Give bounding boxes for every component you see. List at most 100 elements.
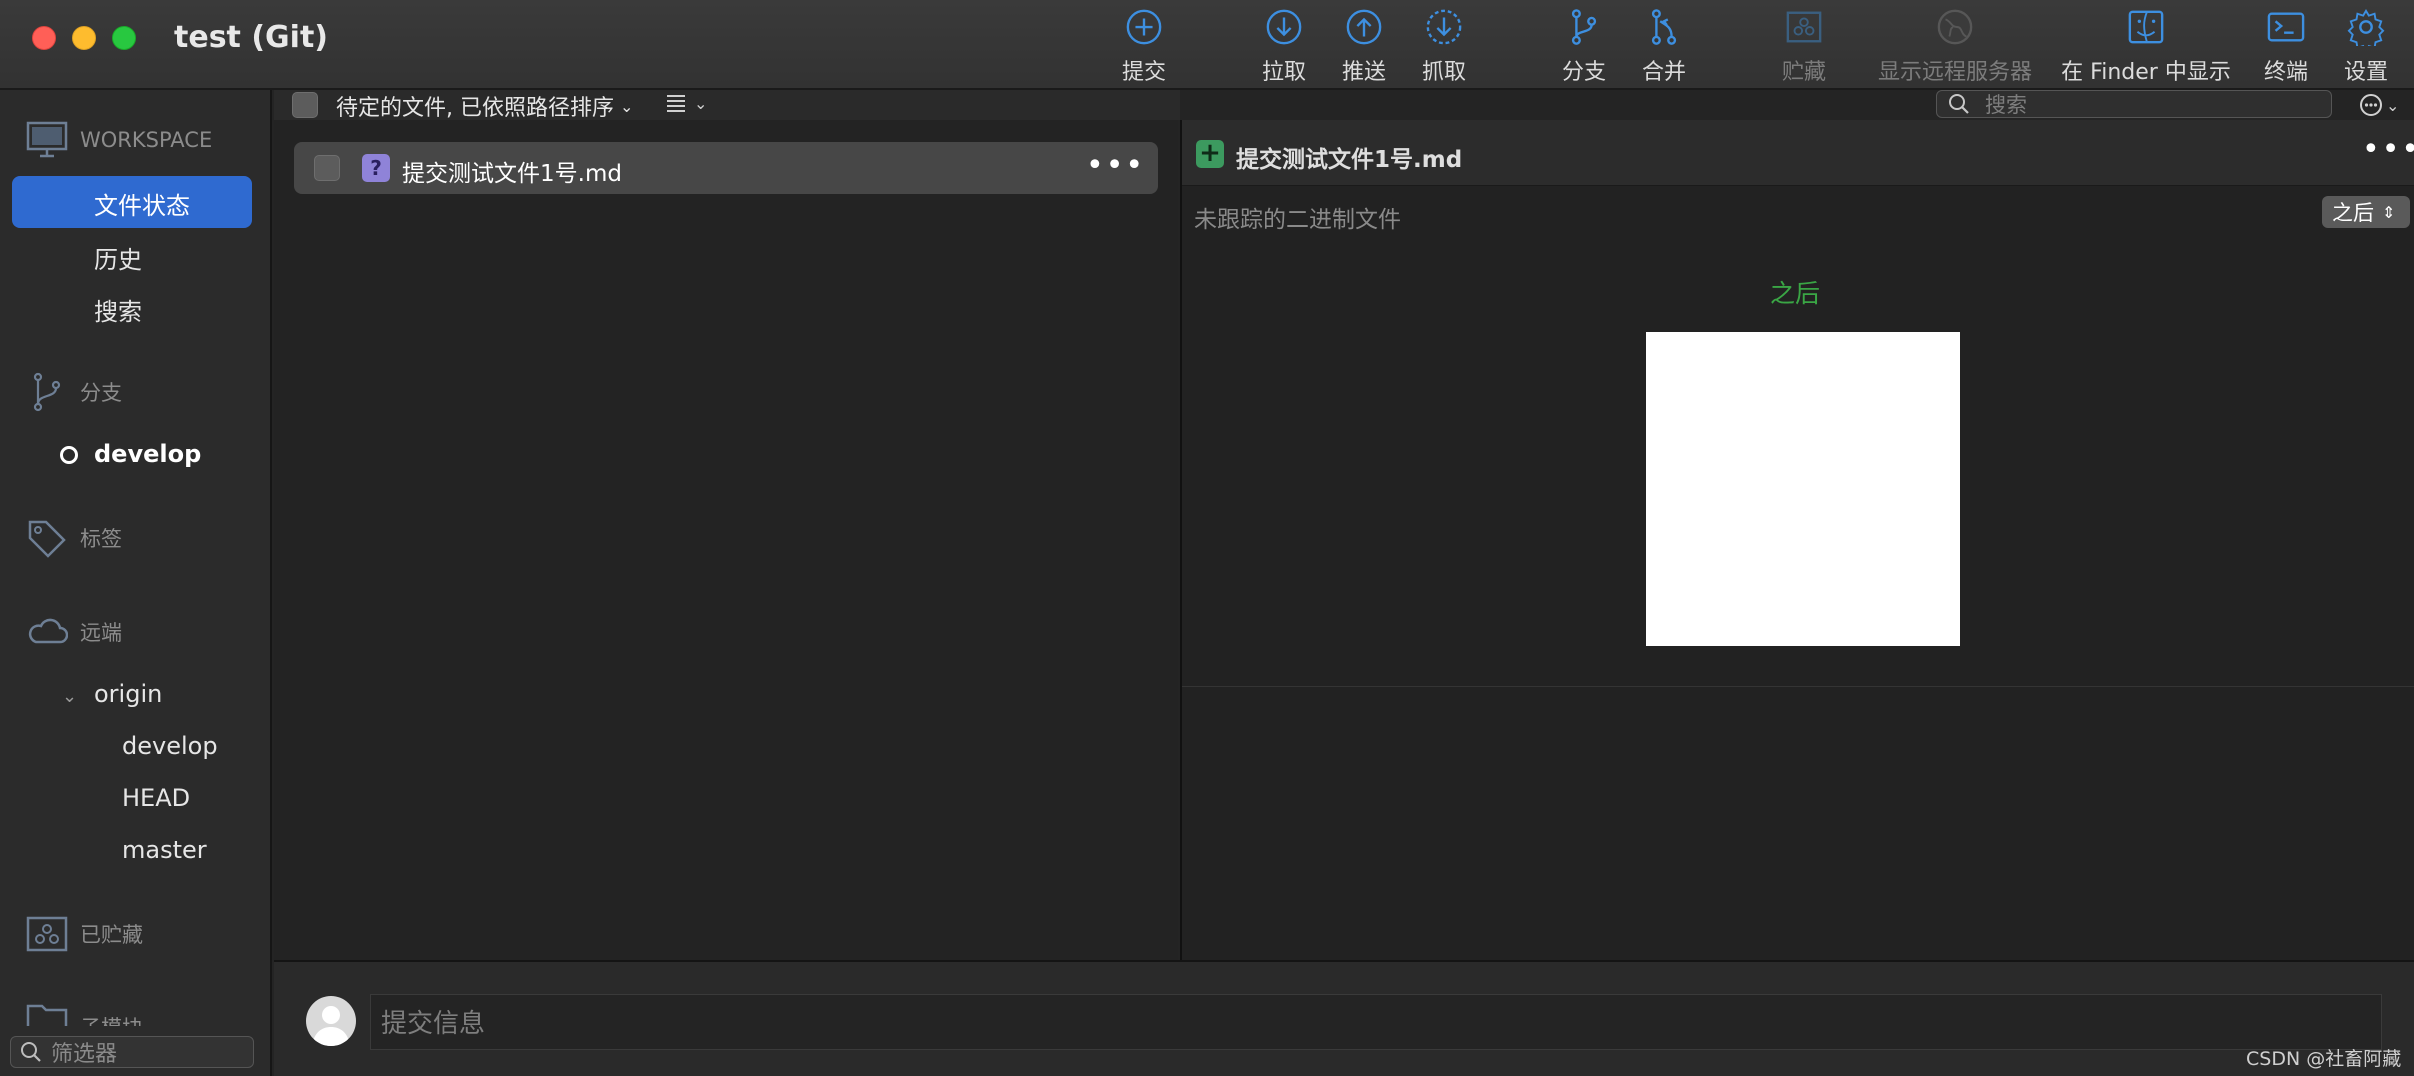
- search-icon: [21, 1042, 41, 1062]
- commit-label: 提交: [1121, 60, 1166, 85]
- merge-label: 合并: [1641, 60, 1686, 85]
- minimize-window-button[interactable]: [72, 26, 96, 50]
- folder-icon: [26, 1004, 68, 1026]
- view-mode-dropdown[interactable]: ⌄: [664, 91, 707, 115]
- commit-bar: 提交信息 CSDN @社畜阿藏: [274, 960, 2414, 1076]
- diff-mode-select[interactable]: 之后 ⇕: [2322, 196, 2410, 228]
- added-file-icon: +: [1196, 140, 1224, 168]
- diff-subtitle: 未跟踪的二进制文件: [1194, 207, 1401, 233]
- finder-icon: [2128, 10, 2164, 44]
- pending-files-list: ? 提交测试文件1号.md •••: [274, 120, 1178, 960]
- branches-label: 分支: [80, 381, 122, 405]
- sidebar-section-submodules[interactable]: 子模块: [26, 1000, 266, 1026]
- diff-more-icon[interactable]: •••: [2362, 132, 2414, 167]
- current-branch-indicator-icon: [60, 446, 78, 464]
- sidebar-section-stashes[interactable]: 已贮藏: [26, 914, 143, 954]
- binary-preview-image: [1646, 332, 1960, 646]
- branch-icon: [1571, 9, 1597, 45]
- terminal-label: 终端: [2263, 60, 2308, 85]
- file-stage-checkbox[interactable]: [314, 155, 340, 181]
- diff-pane: + 提交测试文件1号.md ••• 未跟踪的二进制文件 之后 ⇕ 之后: [1180, 120, 2414, 960]
- remotes-label: 远端: [80, 621, 122, 645]
- pull-label: 拉取: [1261, 60, 1306, 85]
- chevron-down-icon: ⌄: [2386, 95, 2400, 115]
- arrow-down-dashed-circle-icon: [1426, 9, 1462, 45]
- push-label: 推送: [1341, 60, 1386, 85]
- more-options-dropdown[interactable]: ⌄: [2358, 92, 2399, 118]
- sidebar-item-remote-origin[interactable]: origin: [94, 680, 162, 708]
- toolbar: test (Git) 提交 拉取 推送 抓取 分支 合并 贮藏 显示远程服务器 …: [0, 0, 2414, 90]
- sidebar-item-branch-develop[interactable]: develop: [94, 440, 201, 468]
- untracked-status-icon: ?: [362, 154, 390, 182]
- updown-chevron-icon: ⇕: [2382, 202, 2396, 222]
- show-in-finder-button[interactable]: 在 Finder 中显示: [2061, 6, 2231, 86]
- branch-button[interactable]: 分支: [1552, 6, 1616, 86]
- stash-button[interactable]: 贮藏: [1772, 6, 1836, 86]
- push-button[interactable]: 推送: [1332, 6, 1396, 86]
- settings-label: 设置: [2343, 60, 2388, 85]
- fetch-label: 抓取: [1421, 60, 1466, 85]
- sidebar-item-remote-head[interactable]: HEAD: [122, 784, 190, 812]
- divider: [1182, 686, 2414, 687]
- search-placeholder: 搜索: [1985, 93, 2027, 117]
- search-input[interactable]: 搜索: [1936, 90, 2332, 118]
- terminal-button[interactable]: 终端: [2254, 6, 2318, 86]
- file-list-header: 待定的文件, 已依照路径排序 ⌄ ⌄: [274, 90, 1180, 122]
- commit-message-input[interactable]: 提交信息: [370, 994, 2382, 1050]
- show-in-finder-label: 在 Finder 中显示: [2061, 60, 2231, 85]
- sidebar-section-remotes[interactable]: 远端: [26, 612, 122, 652]
- plus-circle-icon: [1126, 9, 1162, 45]
- show-remote-button[interactable]: 显示远程服务器: [1874, 6, 2036, 86]
- chevron-down-icon[interactable]: ⌄: [62, 686, 77, 707]
- diff-header: + 提交测试文件1号.md •••: [1182, 120, 2414, 186]
- globe-icon: [1937, 9, 1973, 45]
- avatar: [306, 996, 356, 1046]
- sidebar-section-branches[interactable]: 分支: [26, 372, 122, 412]
- settings-button[interactable]: 设置: [2334, 6, 2398, 86]
- diff-mode-select-value: 之后: [2332, 201, 2374, 225]
- cloud-icon: [28, 618, 68, 644]
- select-all-checkbox[interactable]: [292, 92, 318, 118]
- merge-icon: [1651, 9, 1677, 45]
- terminal-icon: [2267, 12, 2305, 42]
- commit-message-placeholder: 提交信息: [381, 1009, 486, 1039]
- tag-icon: [28, 520, 66, 558]
- sidebar-item-remote-develop[interactable]: develop: [122, 732, 218, 760]
- merge-button[interactable]: 合并: [1632, 6, 1696, 86]
- branch-label: 分支: [1561, 60, 1606, 85]
- gear-icon: [2347, 9, 2385, 46]
- branch-icon: [33, 372, 61, 412]
- file-name: 提交测试文件1号.md: [402, 161, 622, 187]
- stash-icon: [26, 916, 68, 952]
- sidebar: WORKSPACE 文件状态 历史 搜索 分支 develop 标签 远端 ⌄ …: [0, 90, 272, 1076]
- zoom-window-button[interactable]: [112, 26, 136, 50]
- file-row[interactable]: ? 提交测试文件1号.md •••: [294, 142, 1158, 194]
- commit-button[interactable]: 提交: [1112, 6, 1176, 86]
- sidebar-item-remote-master[interactable]: master: [122, 836, 207, 864]
- search-icon: [1949, 94, 1969, 114]
- window-title: test (Git): [174, 20, 328, 55]
- file-row-more-icon[interactable]: •••: [1086, 148, 1145, 183]
- sidebar-section-tags[interactable]: 标签: [26, 518, 122, 558]
- ellipsis-circle-icon: [2360, 94, 2382, 116]
- chevron-down-icon: ⌄: [694, 93, 708, 113]
- sidebar-filter-input[interactable]: 筛选器: [10, 1036, 254, 1068]
- workspace-label: WORKSPACE: [80, 128, 213, 152]
- close-window-button[interactable]: [32, 26, 56, 50]
- pull-button[interactable]: 拉取: [1252, 6, 1316, 86]
- sidebar-filter-placeholder: 筛选器: [51, 1042, 118, 1067]
- after-label: 之后: [1770, 279, 1821, 308]
- chevron-down-icon: ⌄: [620, 96, 634, 116]
- sidebar-item-file-status-label: 文件状态: [94, 192, 190, 220]
- submodules-label: 子模块: [80, 1012, 143, 1026]
- sidebar-item-search[interactable]: 搜索: [94, 292, 142, 327]
- sidebar-section-workspace: WORKSPACE: [26, 120, 212, 160]
- diff-file-name: 提交测试文件1号.md: [1236, 147, 1463, 173]
- sort-dropdown[interactable]: 待定的文件, 已依照路径排序 ⌄: [336, 90, 633, 122]
- sidebar-item-history[interactable]: 历史: [94, 240, 142, 275]
- stash-label: 贮藏: [1781, 60, 1826, 85]
- fetch-button[interactable]: 抓取: [1412, 6, 1476, 86]
- list-icon: [667, 95, 685, 112]
- sort-dropdown-label: 待定的文件, 已依照路径排序: [336, 96, 614, 121]
- arrow-down-circle-icon: [1266, 9, 1302, 45]
